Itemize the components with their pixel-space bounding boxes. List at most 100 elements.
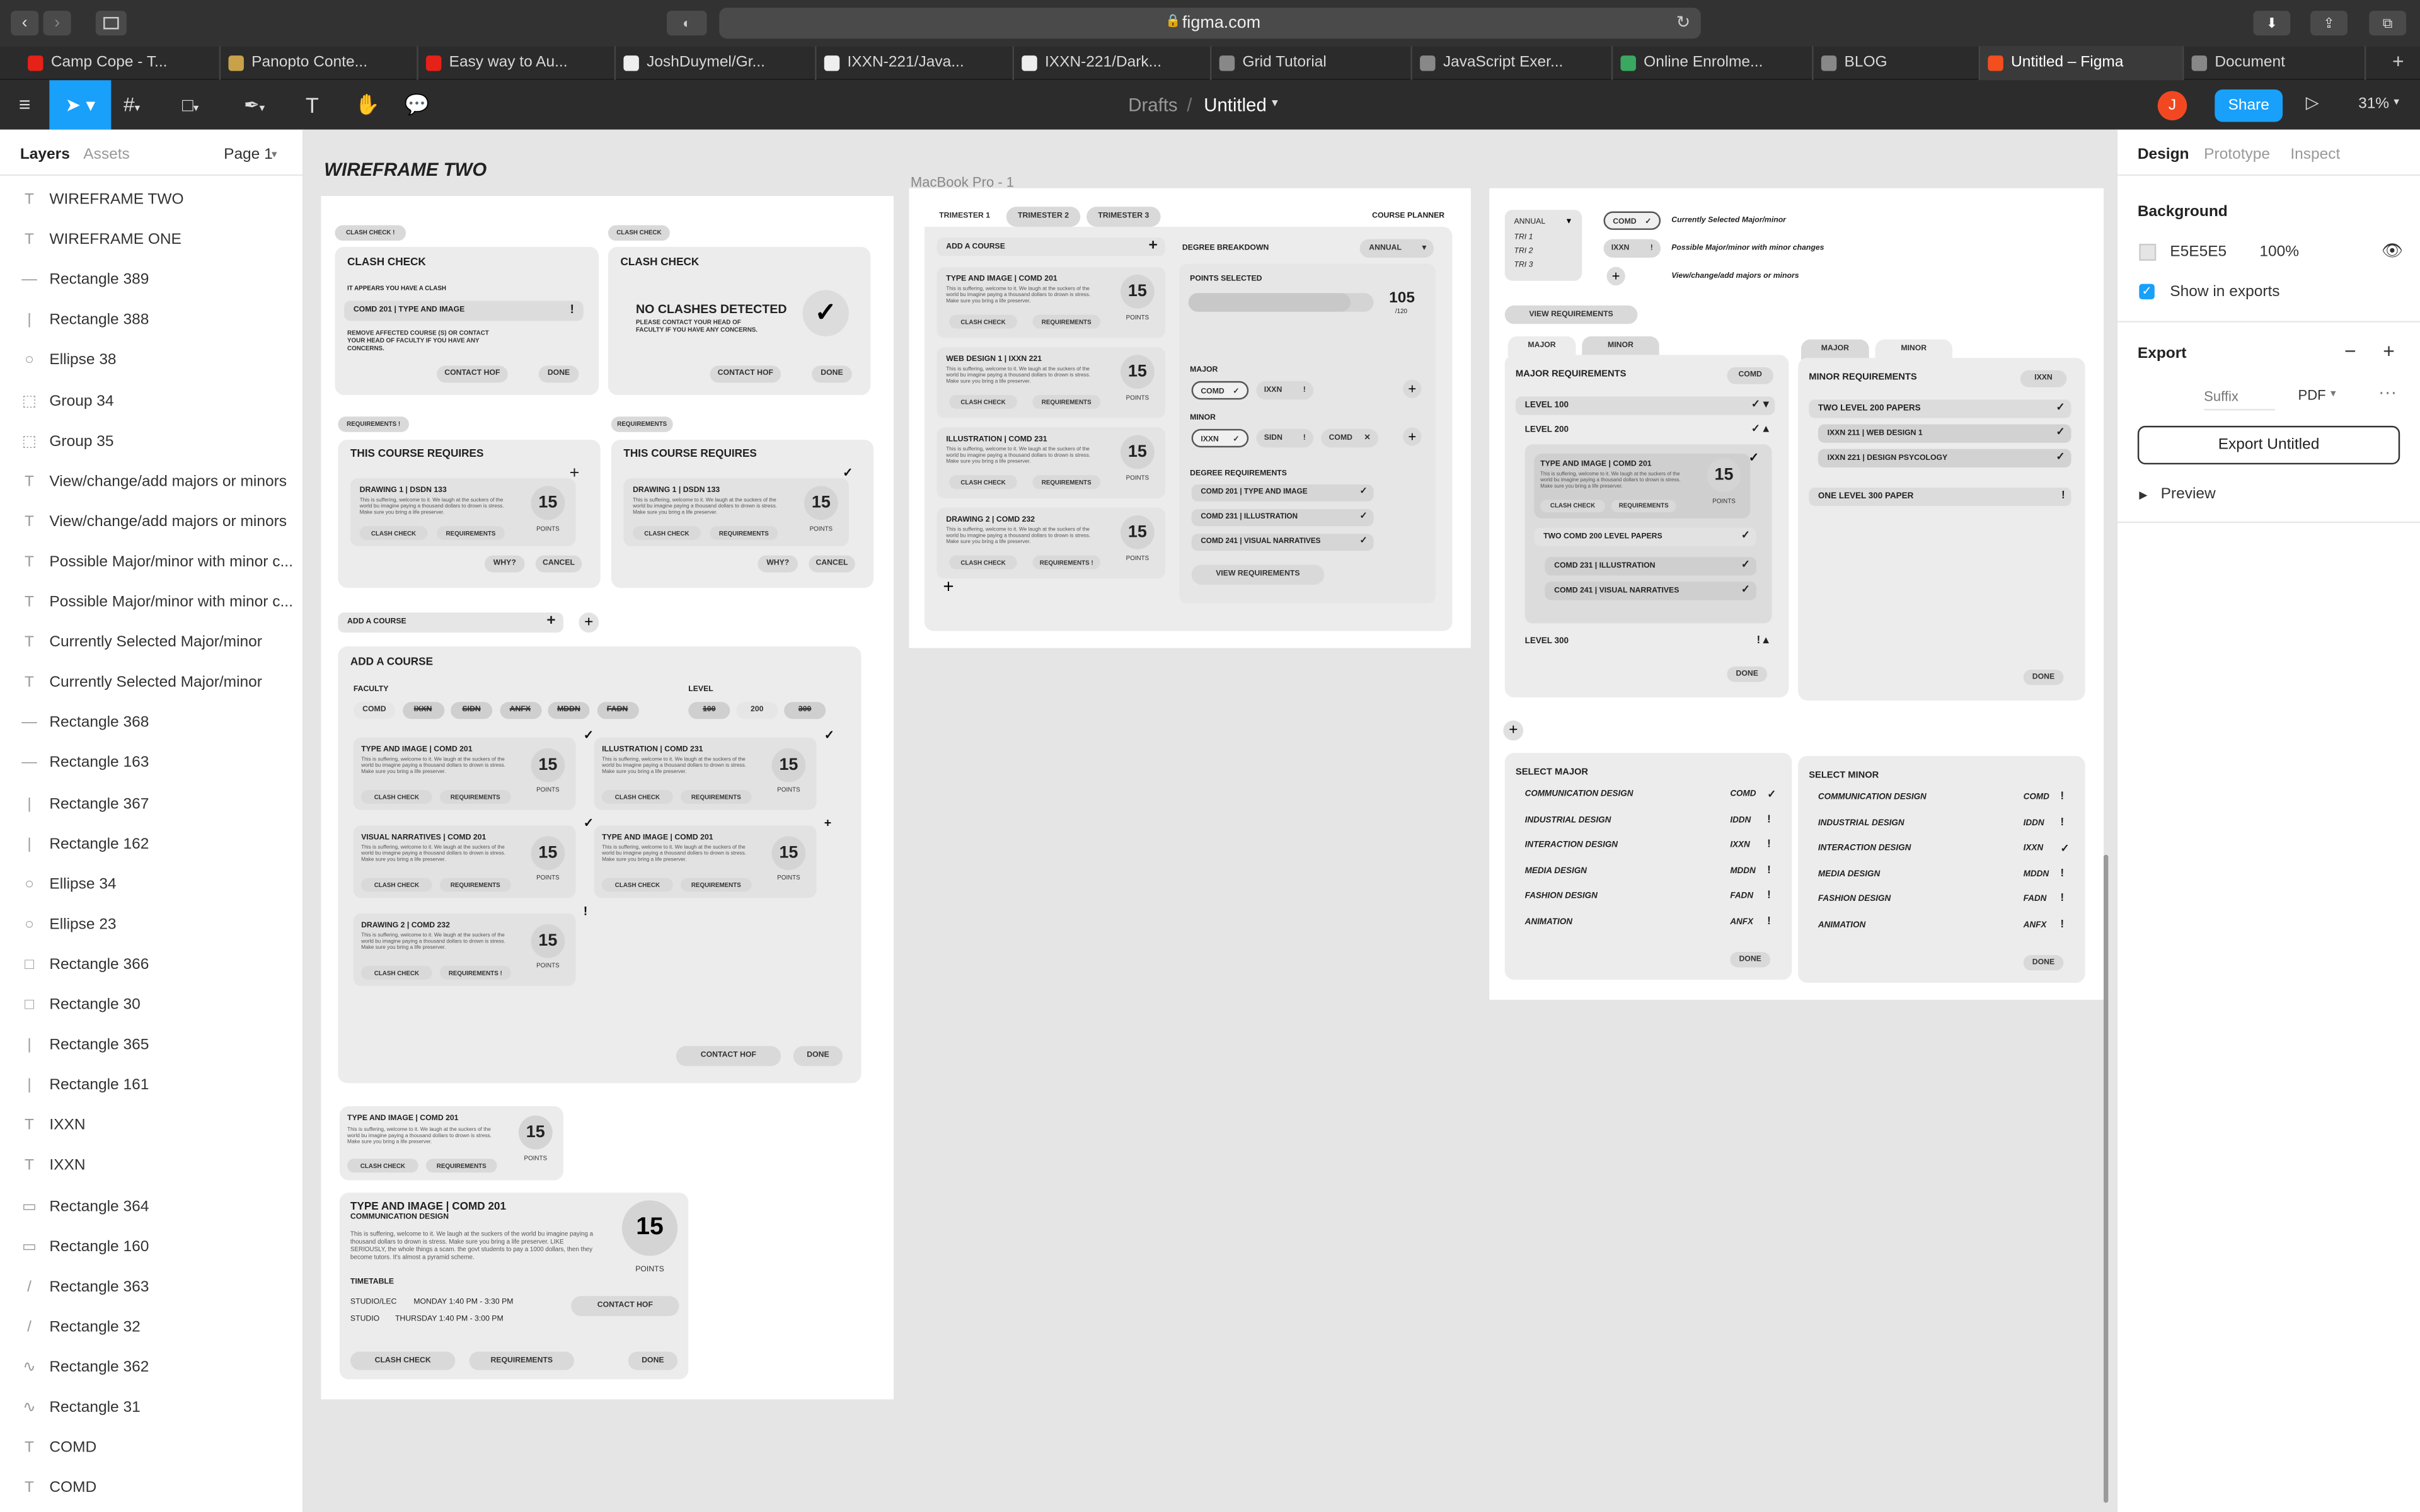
page-selector[interactable]: Page 1 xyxy=(224,147,273,164)
tab-prototype[interactable]: Prototype xyxy=(2204,147,2270,164)
minor-option-row[interactable]: FASHION DESIGN FADN! xyxy=(1809,892,2071,910)
faculty-filter-pill[interactable]: FADN xyxy=(596,702,638,719)
minor-tag[interactable]: SIDN! xyxy=(1256,428,1314,448)
share-button[interactable]: Share xyxy=(2215,89,2283,122)
major-tag[interactable]: COMD ✓ xyxy=(1191,381,1249,400)
faculty-filter-pill[interactable]: ANFX xyxy=(499,702,541,719)
drawing-course-card[interactable]: DRAWING 1 | DSDN 133 This is suffering, … xyxy=(350,478,576,546)
add-major-icon[interactable]: + xyxy=(1403,379,1422,398)
minor-option-row[interactable]: COMMUNICATION DESIGN COMD! xyxy=(1809,790,2071,808)
layer-item[interactable]: T WIREFRAME TWO xyxy=(0,181,302,221)
background-opacity[interactable]: 100% xyxy=(2259,244,2299,261)
layer-item[interactable]: ⬚ Group 34 xyxy=(0,382,302,422)
requirements-frame[interactable]: ANNUAL ▾ TRI 1 TRI 2 TRI 3 COMD ✓ Currently … xyxy=(1489,188,2104,1000)
comment-tool-icon[interactable]: 💬 xyxy=(405,91,430,118)
layer-item[interactable]: T Currently Selected Major/minor xyxy=(0,664,302,704)
requirements-button[interactable]: REQUIREMENTS ! xyxy=(439,966,511,980)
page-chevron-icon[interactable]: ▾ xyxy=(272,148,277,161)
clash-course-row[interactable]: COMD 201 | TYPE AND IMAGE! xyxy=(344,301,584,321)
browser-tab[interactable]: IXXN-221/Dark... xyxy=(1014,46,1212,81)
trimester-course-card[interactable]: WEB DESIGN 1 | IXXN 221 This is suffering… xyxy=(936,347,1165,418)
layer-item[interactable]: — Rectangle 389 xyxy=(0,261,302,301)
major-option-row[interactable]: ANIMATION ANFX! xyxy=(1516,914,1778,932)
back-button[interactable]: ‹ xyxy=(11,11,39,36)
tab-design[interactable]: Design xyxy=(2138,147,2189,164)
tab-assets[interactable]: Assets xyxy=(83,147,130,164)
course-card[interactable]: TYPE AND IMAGE | COMD 201 This is sufferi… xyxy=(594,825,817,898)
two-level-200-row[interactable]: TWO LEVEL 200 PAPERS ✓ xyxy=(1809,399,2071,418)
browser-tab[interactable]: Easy way to Au... xyxy=(418,46,616,81)
major-tag[interactable]: IXXN! xyxy=(1256,381,1314,400)
layer-item[interactable]: / Rectangle 32 xyxy=(0,1308,302,1348)
trimester-option[interactable]: TRI 3 xyxy=(1514,261,1533,270)
clash-check-button[interactable]: CLASH CHECK xyxy=(361,789,432,804)
done-button[interactable]: DONE xyxy=(538,365,579,383)
browser-tab[interactable]: IXXN-221/Java... xyxy=(817,46,1014,81)
course-card[interactable]: DRAWING 2 | COMD 232 This is suffering, w… xyxy=(353,913,576,986)
background-swatch[interactable] xyxy=(2139,243,2157,261)
layer-item[interactable]: T Currently Selected Major/minor xyxy=(0,624,302,664)
degree-requirement-row[interactable]: COMD 241 | VISUAL NARRATIVES ✓ xyxy=(1191,534,1374,551)
cancel-button[interactable]: CANCEL xyxy=(809,555,855,573)
trimester-course-card[interactable]: TYPE AND IMAGE | COMD 201 This is sufferi… xyxy=(936,266,1165,338)
avatar[interactable]: J xyxy=(2157,91,2187,121)
minor-tag[interactable]: IXXN ✓ xyxy=(1191,428,1249,448)
major-option-row[interactable]: FASHION DESIGN FADN! xyxy=(1516,889,1778,907)
requirements-button[interactable]: REQUIREMENTS xyxy=(469,1351,575,1370)
zoom-level[interactable]: 31% xyxy=(2358,96,2389,113)
level-300-row[interactable]: LEVEL 300! ▴ xyxy=(1516,633,1775,651)
download-icon[interactable]: ⬇ xyxy=(2253,11,2291,36)
add-circle-icon[interactable]: + xyxy=(1606,266,1625,286)
add-icon[interactable]: + xyxy=(824,816,831,830)
wireframe-two-frame[interactable]: CLASH CHECK ! CLASH CHECK CLASH CHECK IT… xyxy=(321,196,894,1400)
level-filter-pill[interactable]: 300 xyxy=(784,702,826,719)
main-menu-icon[interactable]: ≡ xyxy=(9,93,40,117)
ixxn211-row[interactable]: IXXN 211 | WEB DESIGN 1 ✓ xyxy=(1818,424,2071,443)
done-button[interactable]: DONE xyxy=(812,365,852,383)
tab-trimester-1[interactable]: TRIMESTER 1 xyxy=(929,207,1000,227)
show-in-exports-checkbox[interactable]: ✓ xyxy=(2139,284,2155,300)
reload-icon[interactable]: ↻ xyxy=(1676,13,1691,32)
level-filter-pill[interactable]: 200 xyxy=(736,702,778,719)
layer-item[interactable]: — Rectangle 368 xyxy=(0,704,302,744)
requirements-button[interactable]: REQUIREMENTS xyxy=(681,878,752,892)
address-bar[interactable]: 🔒 figma.com ↻ xyxy=(719,8,1701,39)
tab-major[interactable]: MAJOR xyxy=(1507,336,1576,357)
view-requirements-button[interactable]: VIEW REQUIREMENTS xyxy=(1504,305,1638,324)
tab-inspect[interactable]: Inspect xyxy=(2290,147,2340,164)
done-button[interactable]: DONE xyxy=(1727,666,1768,682)
browser-tab[interactable]: Panopto Conte... xyxy=(221,46,418,81)
layer-item[interactable]: T Possible Major/minor with minor c... xyxy=(0,543,302,583)
major-option-row[interactable]: MEDIA DESIGN MDDN! xyxy=(1516,863,1778,881)
level-100-row[interactable]: LEVEL 100 ✓ ▾ xyxy=(1515,396,1775,415)
clash-check-tag[interactable]: CLASH CHECK xyxy=(608,225,670,241)
close-icon[interactable]: ✕ xyxy=(1364,429,1370,447)
layer-item[interactable]: ▭ Rectangle 364 xyxy=(0,1188,302,1228)
requirements-tag[interactable]: REQUIREMENTS ! xyxy=(338,416,409,432)
major-option-row[interactable]: COMMUNICATION DESIGN COMD ✓ xyxy=(1516,787,1778,805)
frame-label[interactable]: MacBook Pro - 1 xyxy=(911,175,1014,190)
done-button[interactable]: DONE xyxy=(2023,954,2064,971)
clash-check-button[interactable]: CLASH CHECK xyxy=(361,966,432,980)
browser-tab[interactable]: Online Enrolme... xyxy=(1613,46,1814,81)
annual-select[interactable]: ANNUAL ▾ xyxy=(1359,239,1434,258)
layer-item[interactable]: T IXXN xyxy=(0,1107,302,1147)
level-200-row[interactable]: LEVEL 200 ✓ ▴ xyxy=(1516,421,1775,440)
layer-item[interactable]: ∿ Rectangle 31 xyxy=(0,1389,302,1429)
layer-item[interactable]: ○ Ellipse 34 xyxy=(0,865,302,905)
trimester-course-card[interactable]: DRAWING 2 | COMD 232 This is suffering, w… xyxy=(936,507,1165,579)
contact-hof-button[interactable]: CONTACT HOF xyxy=(437,365,508,383)
trimester-course-card[interactable]: ILLUSTRATION | COMD 231 This is suffering… xyxy=(936,427,1165,499)
canvas[interactable]: WIREFRAME TWO MacBook Pro - 1 CLASH CHEC… xyxy=(304,129,2116,1512)
browser-tab[interactable]: Document xyxy=(2184,46,2366,81)
faculty-filter-pill[interactable]: SIDN xyxy=(451,702,493,719)
requirements-button[interactable]: REQUIREMENTS xyxy=(681,789,752,804)
shape-tool-icon[interactable]: □▾ xyxy=(182,93,222,117)
layer-item[interactable]: □ Rectangle 30 xyxy=(0,986,302,1026)
minor-option-row[interactable]: INDUSTRIAL DESIGN IDDN! xyxy=(1809,815,2071,833)
annual-dropdown[interactable]: ANNUAL ▾ TRI 1 TRI 2 TRI 3 xyxy=(1504,210,1582,281)
course-card[interactable]: VISUAL NARRATIVES | COMD 201 This is suff… xyxy=(353,825,576,898)
requirements-button[interactable]: REQUIREMENTS xyxy=(710,526,778,541)
layer-item[interactable]: — Rectangle 163 xyxy=(0,744,302,784)
breadcrumb-drafts[interactable]: Drafts xyxy=(1128,94,1177,115)
